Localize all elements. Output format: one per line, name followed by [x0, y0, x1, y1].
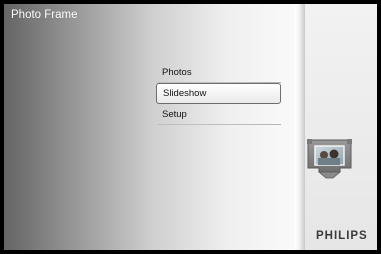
menu-item-label: Slideshow [163, 88, 207, 99]
main-panel: Photo Frame Photos Slideshow Setup [4, 4, 301, 250]
menu-item-slideshow[interactable]: Slideshow [156, 83, 281, 104]
slideshow-frame-icon [306, 138, 353, 181]
sidebar-panel [305, 4, 377, 250]
menu-item-label: Setup [162, 109, 187, 120]
menu-item-setup[interactable]: Setup [156, 104, 281, 125]
brand-logo: PHILIPS [316, 230, 368, 242]
menu-item-label: Photos [162, 67, 192, 78]
menu-divider [158, 124, 281, 125]
menu-item-photos[interactable]: Photos [156, 62, 281, 83]
main-menu: Photos Slideshow Setup [156, 62, 281, 125]
photo-frame-screen: Photo Frame Photos Slideshow Setup PHILI… [4, 4, 377, 250]
panel-divider [295, 4, 305, 250]
app-title: Photo Frame [11, 9, 78, 21]
